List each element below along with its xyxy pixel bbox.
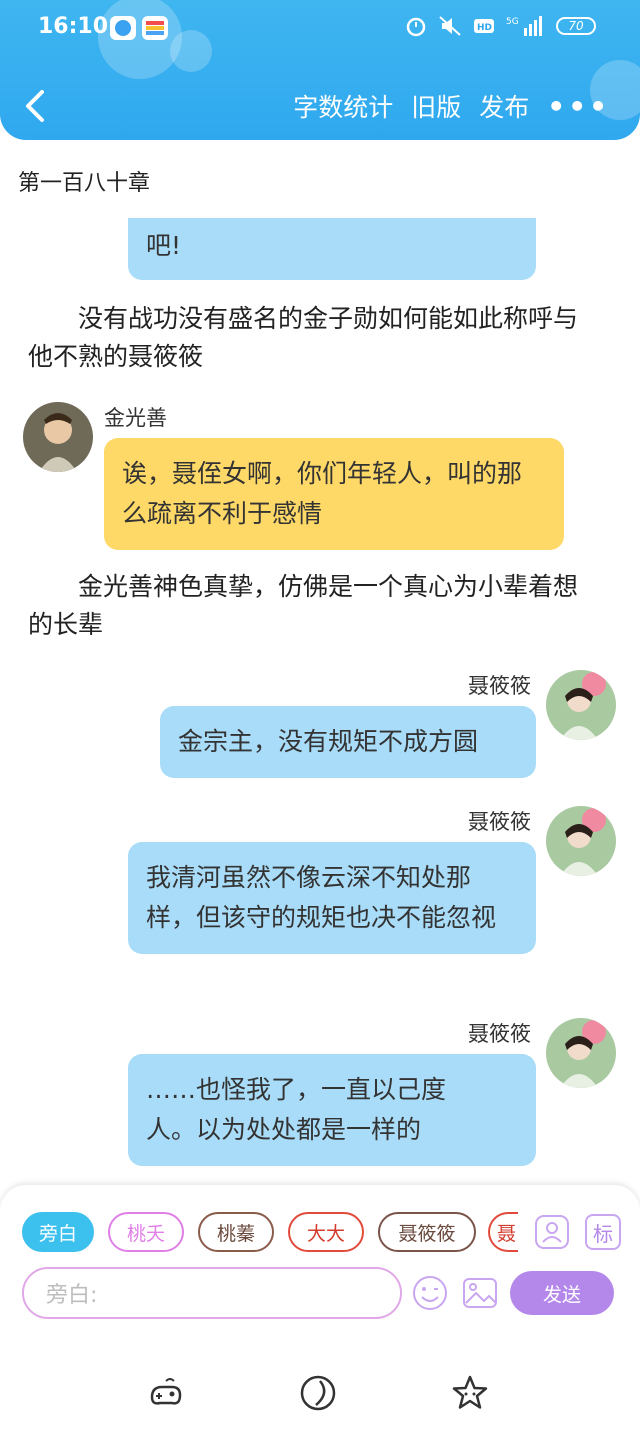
- signal-icon: 5G: [506, 14, 546, 38]
- message-text: 我清河虽然不像云深不知处那样，但该守的规矩也决不能忽视: [146, 863, 497, 932]
- app-header: 16:10 HD 5G 70 字数统计 旧版 发布 •••: [0, 0, 640, 140]
- role-chip[interactable]: 聂: [488, 1212, 518, 1252]
- message-bubble[interactable]: ……也怪我了，一直以己度人。以为处处都是一样的: [128, 1054, 536, 1166]
- mute-icon: [438, 14, 462, 38]
- status-bar: 16:10 HD 5G 70: [0, 0, 640, 56]
- sender-name: 聂筱筱: [468, 1022, 531, 1046]
- role-chip[interactable]: 聂筱筱: [378, 1212, 476, 1252]
- message-text: 诶，聂侄女啊，你们年轻人，叫的那么疏离不利于感情: [122, 459, 523, 528]
- image-icon[interactable]: [462, 1275, 498, 1311]
- sender-name: 金光善: [104, 406, 167, 430]
- message-bubble[interactable]: 我清河虽然不像云深不知处那样，但该守的规矩也决不能忽视: [128, 842, 536, 954]
- chapter-title: 第一百八十章: [18, 171, 151, 196]
- network-type: 5G: [506, 17, 519, 27]
- bottom-nav: [0, 1355, 640, 1433]
- emoji-icon[interactable]: [412, 1275, 448, 1311]
- role-chip-narrator[interactable]: 旁白: [22, 1212, 94, 1252]
- composer-panel: 旁白 桃夭 桃蓁 大大 聂筱筱 聂 标 旁白: 发送: [0, 1185, 640, 1355]
- role-chip[interactable]: 大大: [288, 1212, 364, 1252]
- sender-name: 聂筱筱: [468, 810, 531, 834]
- sender-name: 聂筱筱: [468, 674, 531, 698]
- narration-text: 没有战功没有盛名的金子勋如何能如此称呼与他不熟的聂筱筱: [28, 304, 579, 371]
- word-count-button[interactable]: 字数统计: [293, 88, 393, 124]
- message-input[interactable]: 旁白:: [22, 1267, 402, 1319]
- message-text: 吧!: [146, 231, 182, 260]
- publish-button[interactable]: 发布: [479, 88, 529, 124]
- message-text: ……也怪我了，一直以己度人。以为处处都是一样的: [146, 1075, 447, 1144]
- nav-bar: 字数统计 旧版 发布 •••: [0, 80, 640, 136]
- role-manage-icon[interactable]: [534, 1214, 570, 1250]
- message-text: 金宗主，没有规矩不成方圆: [178, 727, 479, 756]
- avatar-jin-guangshan[interactable]: [23, 402, 93, 472]
- game-controller-icon[interactable]: [146, 1373, 186, 1413]
- battery-indicator: 70: [556, 17, 596, 35]
- app-notification-icon: [110, 16, 136, 40]
- role-chip[interactable]: 桃夭: [108, 1212, 184, 1252]
- hd-icon: HD: [472, 14, 496, 38]
- send-button[interactable]: 发送: [510, 1271, 614, 1315]
- message-bubble[interactable]: 吧!: [128, 218, 536, 280]
- more-options-button[interactable]: •••: [547, 90, 610, 123]
- tag-icon[interactable]: 标: [585, 1214, 621, 1250]
- old-version-button[interactable]: 旧版: [411, 88, 461, 124]
- narration-text: 金光善神色真挚，仿佛是一个真心为小辈着想的长辈: [28, 572, 579, 639]
- back-button[interactable]: [20, 86, 56, 126]
- message-bubble[interactable]: 诶，聂侄女啊，你们年轻人，叫的那么疏离不利于感情: [104, 438, 564, 550]
- role-chip[interactable]: 桃蓁: [198, 1212, 274, 1252]
- avatar-nie-xiaoxiao[interactable]: [546, 806, 616, 876]
- chevron-left-icon: [26, 90, 44, 122]
- status-icons: HD 5G 70: [404, 14, 596, 38]
- moon-icon[interactable]: [298, 1373, 338, 1413]
- svg-text:HD: HD: [477, 23, 492, 33]
- star-icon[interactable]: [450, 1373, 490, 1413]
- avatar-nie-xiaoxiao[interactable]: [546, 1018, 616, 1088]
- alarm-icon: [404, 14, 428, 38]
- status-time: 16:10: [38, 14, 109, 39]
- avatar-nie-xiaoxiao[interactable]: [546, 670, 616, 740]
- message-bubble[interactable]: 金宗主，没有规矩不成方圆: [160, 706, 536, 778]
- app-notification-icon: [142, 16, 168, 40]
